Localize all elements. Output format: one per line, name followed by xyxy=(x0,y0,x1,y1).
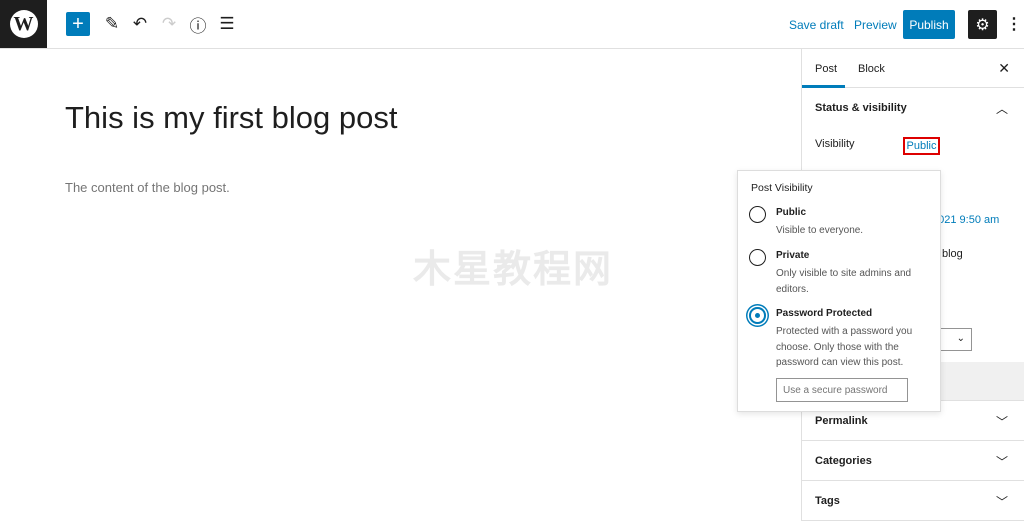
visibility-label: Visibility xyxy=(815,138,855,150)
watermark: 木星教程网 xyxy=(413,249,614,291)
popover-title: Post Visibility xyxy=(751,182,813,194)
tags-panel[interactable]: Tags ﹀ xyxy=(802,481,1024,521)
chevron-up-icon: ︿ xyxy=(995,102,1008,116)
redo-icon[interactable]: ↷ xyxy=(157,12,181,36)
publish-button[interactable]: Publish xyxy=(903,10,955,39)
more-options-icon[interactable]: ⋮ xyxy=(1006,14,1022,34)
tab-post[interactable]: Post xyxy=(815,63,837,75)
undo-icon[interactable]: ↶ xyxy=(128,12,152,36)
edit-tools-icon[interactable]: ✎ xyxy=(100,12,124,36)
radio-private[interactable] xyxy=(749,249,766,266)
add-block-button[interactable]: + xyxy=(66,12,90,36)
chevron-down-icon: ﹀ xyxy=(995,415,1008,429)
preview-button[interactable]: Preview xyxy=(854,18,897,32)
info-icon[interactable]: ⓘ xyxy=(186,12,210,36)
visibility-toggle-button[interactable]: Public xyxy=(903,137,940,155)
chevron-down-icon: ﹀ xyxy=(995,495,1008,509)
publish-date[interactable]: 2021 9:50 am xyxy=(932,214,999,226)
chevron-down-icon: ⌄ xyxy=(956,333,965,344)
post-content[interactable]: The content of the blog post. xyxy=(65,180,230,195)
post-visibility-popover: Post Visibility Public Visible to everyon… xyxy=(737,170,941,412)
gear-icon[interactable]: ⚙ xyxy=(968,10,997,39)
close-icon[interactable]: ✕ xyxy=(998,60,1010,77)
categories-panel[interactable]: Categories ﹀ xyxy=(802,441,1024,481)
sticky-label: blog xyxy=(942,248,963,260)
status-visibility-toggle[interactable]: Status & visibility ︿ xyxy=(802,88,1024,128)
post-title[interactable]: This is my first blog post xyxy=(65,100,397,136)
save-draft-button[interactable]: Save draft xyxy=(789,18,844,32)
chevron-down-icon: ﹀ xyxy=(995,455,1008,469)
tab-block[interactable]: Block xyxy=(858,63,885,75)
wordpress-logo[interactable]: W xyxy=(0,0,47,48)
password-input[interactable] xyxy=(776,378,908,402)
radio-password-protected[interactable] xyxy=(749,307,766,324)
radio-public[interactable] xyxy=(749,206,766,223)
editor-header: W + ✎ ↶ ↷ ⓘ ☰ Save draft Preview Publish… xyxy=(0,0,1024,49)
wordpress-icon: W xyxy=(9,10,38,38)
list-view-icon[interactable]: ☰ xyxy=(215,12,239,36)
